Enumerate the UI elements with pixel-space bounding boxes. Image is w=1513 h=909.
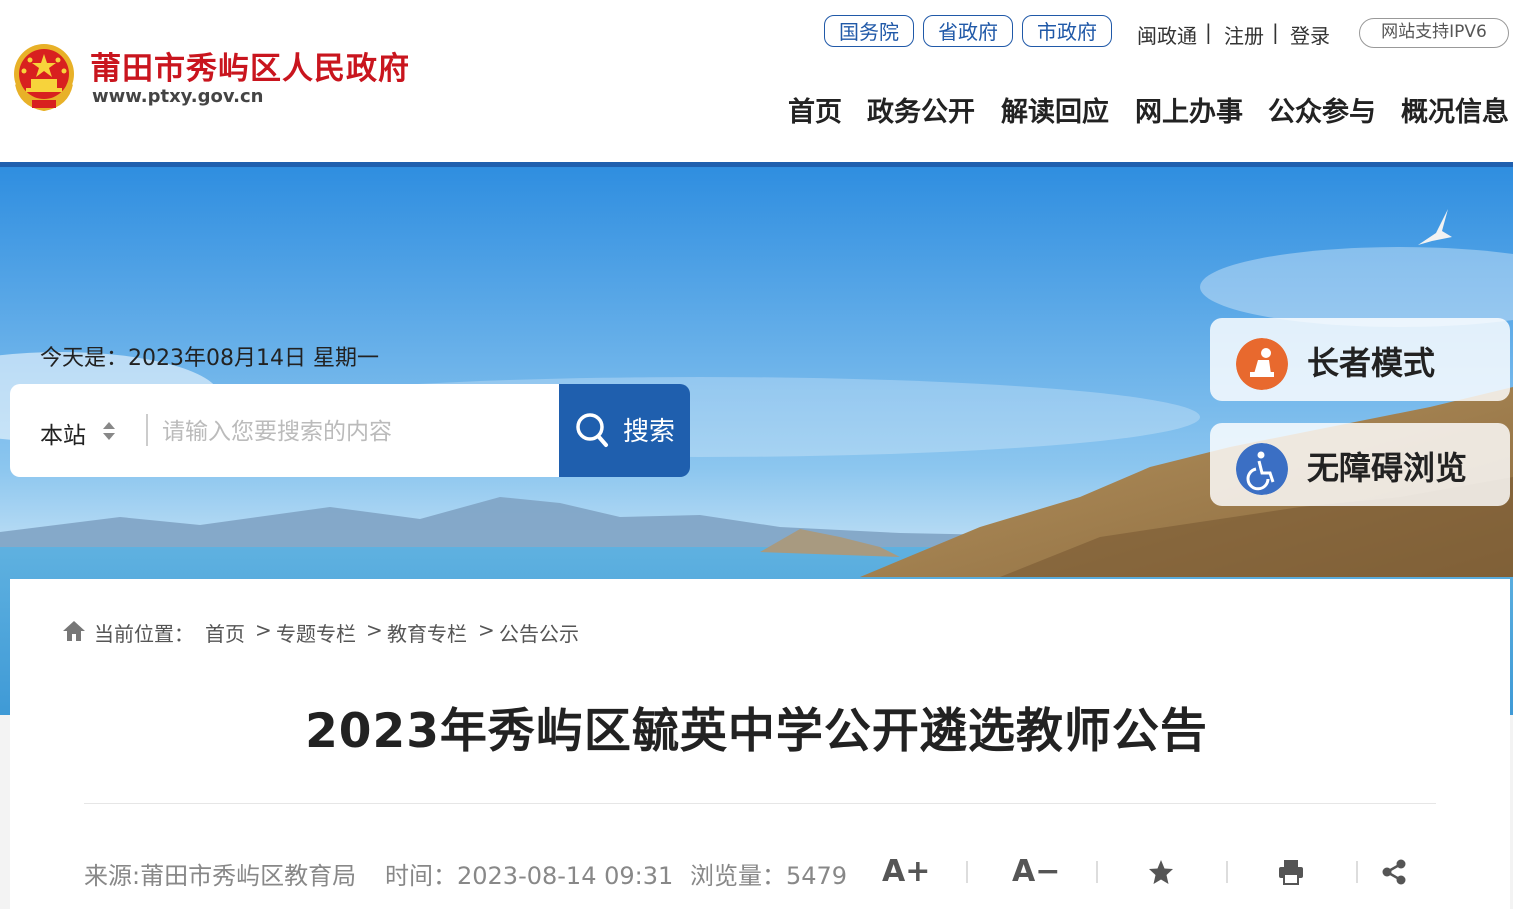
breadcrumb-education[interactable]: 教育专栏 — [387, 618, 467, 647]
today-date: 今天是：2023年08月14日 星期一 — [40, 346, 379, 371]
star-icon[interactable] — [1147, 858, 1175, 886]
national-emblem-logo[interactable] — [12, 42, 76, 112]
breadcrumb-home[interactable]: 首页 — [205, 618, 245, 647]
share-icon[interactable] — [1380, 858, 1408, 886]
nav-public-participation[interactable]: 公众参与 — [1268, 90, 1376, 129]
link-city-gov[interactable]: 市政府 — [1022, 15, 1112, 47]
nav-overview[interactable]: 概况信息 — [1401, 90, 1509, 129]
link-minzhengtong[interactable]: 闽政通 — [1137, 20, 1197, 49]
link-login[interactable]: 登录 — [1290, 20, 1330, 49]
accessibility-label: 无障碍浏览 — [1307, 449, 1468, 487]
link-state-council[interactable]: 国务院 — [824, 15, 914, 47]
elder-mode-button[interactable]: 长者模式 — [1210, 318, 1510, 401]
breadcrumb-separator: > — [255, 618, 272, 642]
link-provincial-gov[interactable]: 省政府 — [923, 15, 1013, 47]
accessibility-button[interactable]: 无障碍浏览 — [1210, 423, 1510, 506]
breadcrumb-separator: > — [366, 618, 383, 642]
breadcrumb-special-topics[interactable]: 专题专栏 — [276, 618, 356, 647]
search-button-label: 搜索 — [623, 417, 676, 447]
nav-gov-affairs[interactable]: 政务公开 — [867, 90, 975, 129]
font-increase-icon[interactable]: A+ — [882, 854, 930, 889]
site-name[interactable]: 莆田市秀屿区人民政府 — [90, 43, 410, 88]
breadcrumb-announcements[interactable]: 公告公示 — [499, 618, 579, 647]
search-divider — [146, 414, 148, 446]
breadcrumb-label: 当前位置： — [94, 622, 194, 646]
tool-divider — [1096, 861, 1098, 883]
elder-person-icon — [1236, 338, 1288, 390]
wheelchair-icon — [1236, 443, 1288, 495]
search-scope-select[interactable]: 本站 — [40, 416, 86, 450]
top-link-separator: | — [1272, 20, 1279, 44]
sort-updown-icon[interactable] — [102, 420, 116, 442]
article-source: 来源:莆田市秀屿区教育局 — [84, 862, 357, 890]
tool-divider — [966, 861, 968, 883]
home-icon — [63, 621, 85, 641]
nav-online-services[interactable]: 网上办事 — [1135, 90, 1243, 129]
nav-home[interactable]: 首页 — [788, 90, 842, 129]
link-register[interactable]: 注册 — [1224, 20, 1264, 49]
nav-interpretation[interactable]: 解读回应 — [1001, 90, 1109, 129]
breadcrumb-separator: > — [478, 618, 495, 642]
ipv6-badge: 网站支持IPV6 — [1359, 18, 1509, 48]
title-divider — [84, 803, 1436, 804]
search-icon — [576, 413, 608, 447]
tool-divider — [1356, 861, 1358, 883]
site-url: www.ptxy.gov.cn — [92, 86, 264, 107]
tool-divider — [1226, 861, 1228, 883]
article-time: 时间：2023-08-14 09:31 — [385, 862, 674, 890]
search-input[interactable] — [160, 410, 554, 454]
elder-mode-label: 长者模式 — [1307, 344, 1436, 382]
print-icon[interactable] — [1277, 858, 1305, 886]
font-decrease-icon[interactable]: A− — [1012, 854, 1060, 889]
article-views: 浏览量：5479 — [690, 862, 848, 890]
search-button[interactable]: 搜索 — [559, 384, 690, 477]
article-title: 2023年秀屿区毓英中学公开遴选教师公告 — [305, 704, 1208, 759]
top-link-separator: | — [1205, 20, 1212, 44]
